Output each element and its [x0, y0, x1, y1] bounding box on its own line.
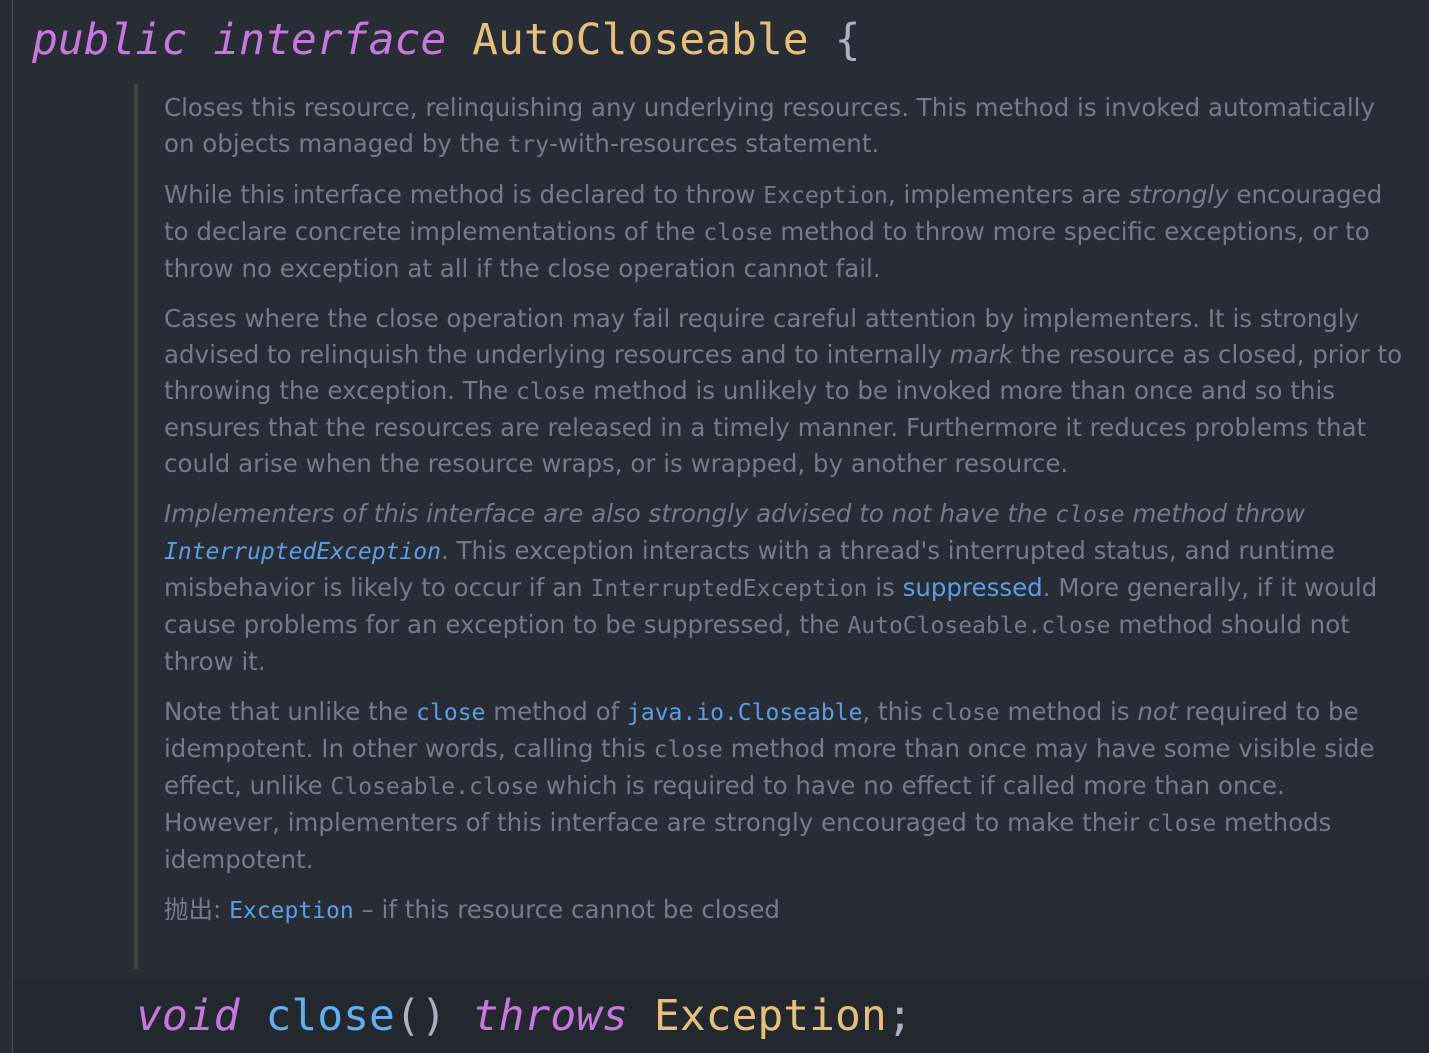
emphasis-mark: mark: [949, 340, 1013, 369]
interface-declaration[interactable]: public interface AutoCloseable {: [32, 10, 860, 70]
keyword-interface: interface: [213, 15, 447, 65]
doc-text: Note that unlike the: [164, 697, 417, 726]
javadoc-content: Closes this resource, relinquishing any …: [164, 90, 1404, 939]
doc-paragraph-4: Implementers of this interface are also …: [164, 496, 1404, 680]
link-interrupted-exception[interactable]: InterruptedException: [164, 539, 441, 565]
code-autocloseable-close: AutoCloseable.close: [847, 613, 1111, 639]
doc-text: While this interface method is declared …: [164, 180, 764, 209]
doc-text: , implementers are: [887, 180, 1129, 209]
keyword-throws: throws: [472, 991, 628, 1041]
link-exception[interactable]: Exception: [229, 898, 354, 924]
throws-label: 抛出:: [164, 895, 222, 924]
doc-text-italic: Implementers of this interface are also …: [164, 499, 1056, 528]
exception-type[interactable]: Exception: [654, 991, 887, 1041]
editor-gutter-line: [12, 0, 13, 1053]
keyword-void: void: [136, 991, 240, 1041]
throws-section: 抛出: Exception – if this resource cannot …: [164, 892, 1404, 929]
code-close: close: [1055, 502, 1125, 528]
semicolon: ;: [886, 991, 913, 1041]
interface-name[interactable]: AutoCloseable: [472, 15, 809, 65]
doc-text: , this: [862, 697, 931, 726]
emphasis-strongly: strongly: [1128, 180, 1229, 209]
doc-paragraph-1: Closes this resource, relinquishing any …: [164, 90, 1404, 163]
throws-description: – if this resource cannot be closed: [353, 895, 780, 924]
keyword-public: public: [32, 15, 188, 65]
code-close: close: [1147, 811, 1217, 837]
method-name-close[interactable]: close: [265, 991, 394, 1041]
method-declaration[interactable]: void close() throws Exception;: [136, 986, 913, 1046]
link-java-io-closeable[interactable]: java.io.Closeable: [627, 700, 862, 726]
emphasis-not: not: [1137, 697, 1178, 726]
code-exception: Exception: [763, 183, 888, 209]
link-close[interactable]: close: [416, 700, 485, 726]
code-closeable-close: Closeable.close: [330, 774, 539, 800]
doc-text: is: [867, 573, 903, 602]
doc-paragraph-3: Cases where the close operation may fail…: [164, 301, 1404, 482]
code-try: try: [507, 132, 550, 158]
doc-paragraph-5: Note that unlike the close method of jav…: [164, 694, 1404, 878]
code-close: close: [653, 737, 723, 763]
doc-text: -with-resources statement.: [549, 129, 880, 158]
doc-paragraph-2: While this interface method is declared …: [164, 177, 1404, 287]
method-parens: (): [394, 991, 447, 1041]
code-close: close: [516, 379, 586, 405]
code-interrupted-exception: InterruptedException: [590, 576, 868, 602]
doc-text: method is: [999, 697, 1138, 726]
rendered-javadoc: Closes this resource, relinquishing any …: [134, 84, 1402, 970]
code-close: close: [930, 700, 1000, 726]
open-brace: {: [834, 15, 861, 65]
link-suppressed[interactable]: suppressed: [903, 573, 1043, 602]
doc-text: method of: [485, 697, 628, 726]
doc-text-italic: method throw: [1124, 499, 1306, 528]
code-close: close: [703, 220, 773, 246]
